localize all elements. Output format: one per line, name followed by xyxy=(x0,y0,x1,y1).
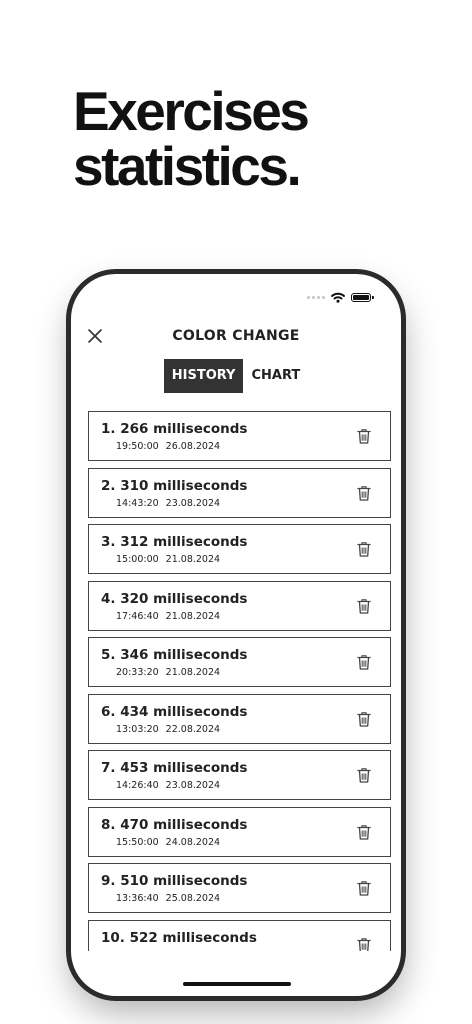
headline-line-1: Exercises xyxy=(73,80,310,142)
trash-icon[interactable] xyxy=(357,767,371,783)
result-timestamp: 15:50:00 24.08.2024 xyxy=(116,837,220,848)
result-time: 13:36:40 xyxy=(116,893,159,904)
result-time: 17:46:40 xyxy=(116,610,159,622)
list-item[interactable]: 8. 470 milliseconds 15:50:00 24.08.2024 xyxy=(88,806,391,857)
result-date: 24.08.2024 xyxy=(165,836,221,848)
result-date: 23.08.2024 xyxy=(165,780,221,791)
result-time: 20:33:20 xyxy=(116,667,159,678)
result-timestamp: 14:43:20 23.08.2024 xyxy=(116,498,220,509)
result-time: 19:50:00 xyxy=(116,441,159,452)
trash-icon[interactable] xyxy=(357,541,371,557)
trash-icon[interactable] xyxy=(357,428,371,444)
list-item[interactable]: 10. 522 milliseconds xyxy=(88,919,391,952)
tab-bar: HISTORY CHART xyxy=(71,359,401,393)
result-title: 9. 510 milliseconds xyxy=(101,873,248,889)
result-timestamp: 17:46:40 21.08.2024 xyxy=(116,611,220,622)
result-date: 25.08.2024 xyxy=(165,893,221,904)
result-title: 4. 320 milliseconds xyxy=(101,590,248,607)
status-bar xyxy=(307,292,374,303)
result-timestamp: 14:26:40 23.08.2024 xyxy=(116,780,220,791)
trash-icon[interactable] xyxy=(357,711,371,727)
trash-icon[interactable] xyxy=(357,880,371,896)
list-item[interactable]: 5. 346 milliseconds 20:33:20 21.08.2024 xyxy=(88,637,391,687)
tab-history[interactable]: HISTORY xyxy=(163,359,244,393)
trash-icon[interactable] xyxy=(357,824,371,840)
result-timestamp: 13:36:40 25.08.2024 xyxy=(116,893,220,904)
result-time: 13:03:20 xyxy=(116,723,159,735)
screen-title: COLOR CHANGE xyxy=(172,328,300,344)
result-date: 21.08.2024 xyxy=(165,667,221,678)
result-time: 14:26:40 xyxy=(116,780,159,791)
phone-frame: COLOR CHANGE HISTORY CHART 1. 266 millis… xyxy=(66,269,406,1001)
signal-icon xyxy=(307,296,325,299)
result-date: 26.08.2024 xyxy=(165,441,221,452)
result-title: 5. 346 milliseconds xyxy=(101,647,248,663)
result-date: 21.08.2024 xyxy=(165,554,221,565)
trash-icon[interactable] xyxy=(357,598,371,614)
wifi-icon xyxy=(331,292,345,303)
list-item[interactable]: 4. 320 milliseconds 17:46:40 21.08.2024 xyxy=(88,580,391,631)
history-list[interactable]: 1. 266 milliseconds 19:50:00 26.08.2024 2. … xyxy=(88,411,391,951)
tab-chart[interactable]: CHART xyxy=(243,359,308,393)
result-title: 7. 453 milliseconds xyxy=(101,760,248,776)
list-item[interactable]: 9. 510 milliseconds 13:36:40 25.08.2024 xyxy=(88,863,391,913)
trash-icon[interactable] xyxy=(357,654,371,670)
result-title: 1. 266 milliseconds xyxy=(101,421,248,437)
result-title: 6. 434 milliseconds xyxy=(101,703,248,720)
result-time: 15:00:00 xyxy=(116,554,159,565)
list-item[interactable]: 1. 266 milliseconds 19:50:00 26.08.2024 xyxy=(88,411,391,461)
list-item[interactable]: 2. 310 milliseconds 14:43:20 23.08.2024 xyxy=(88,467,391,518)
result-time: 15:50:00 xyxy=(116,836,159,848)
headline: Exercises statistics. xyxy=(73,80,310,197)
result-timestamp: 15:00:00 21.08.2024 xyxy=(116,554,220,565)
battery-icon xyxy=(351,293,374,302)
result-timestamp: 19:50:00 26.08.2024 xyxy=(116,441,220,452)
home-indicator[interactable] xyxy=(183,982,291,986)
result-date: 22.08.2024 xyxy=(165,723,221,735)
result-time: 14:43:20 xyxy=(116,497,159,509)
result-date: 21.08.2024 xyxy=(165,610,221,622)
list-item[interactable]: 3. 312 milliseconds 15:00:00 21.08.2024 xyxy=(88,524,391,574)
result-title: 10. 522 milliseconds xyxy=(101,929,257,946)
list-item[interactable]: 6. 434 milliseconds 13:03:20 22.08.2024 xyxy=(88,693,391,744)
list-item[interactable]: 7. 453 milliseconds 14:26:40 23.08.2024 xyxy=(88,750,391,800)
result-title: 2. 310 milliseconds xyxy=(101,477,248,494)
result-title: 3. 312 milliseconds xyxy=(101,534,248,550)
result-title: 8. 470 milliseconds xyxy=(101,816,248,833)
trash-icon[interactable] xyxy=(357,485,371,501)
result-date: 23.08.2024 xyxy=(165,497,221,509)
result-timestamp: 13:03:20 22.08.2024 xyxy=(116,724,220,735)
headline-line-2: statistics. xyxy=(73,135,302,197)
result-timestamp: 20:33:20 21.08.2024 xyxy=(116,667,220,678)
trash-icon[interactable] xyxy=(357,937,371,952)
